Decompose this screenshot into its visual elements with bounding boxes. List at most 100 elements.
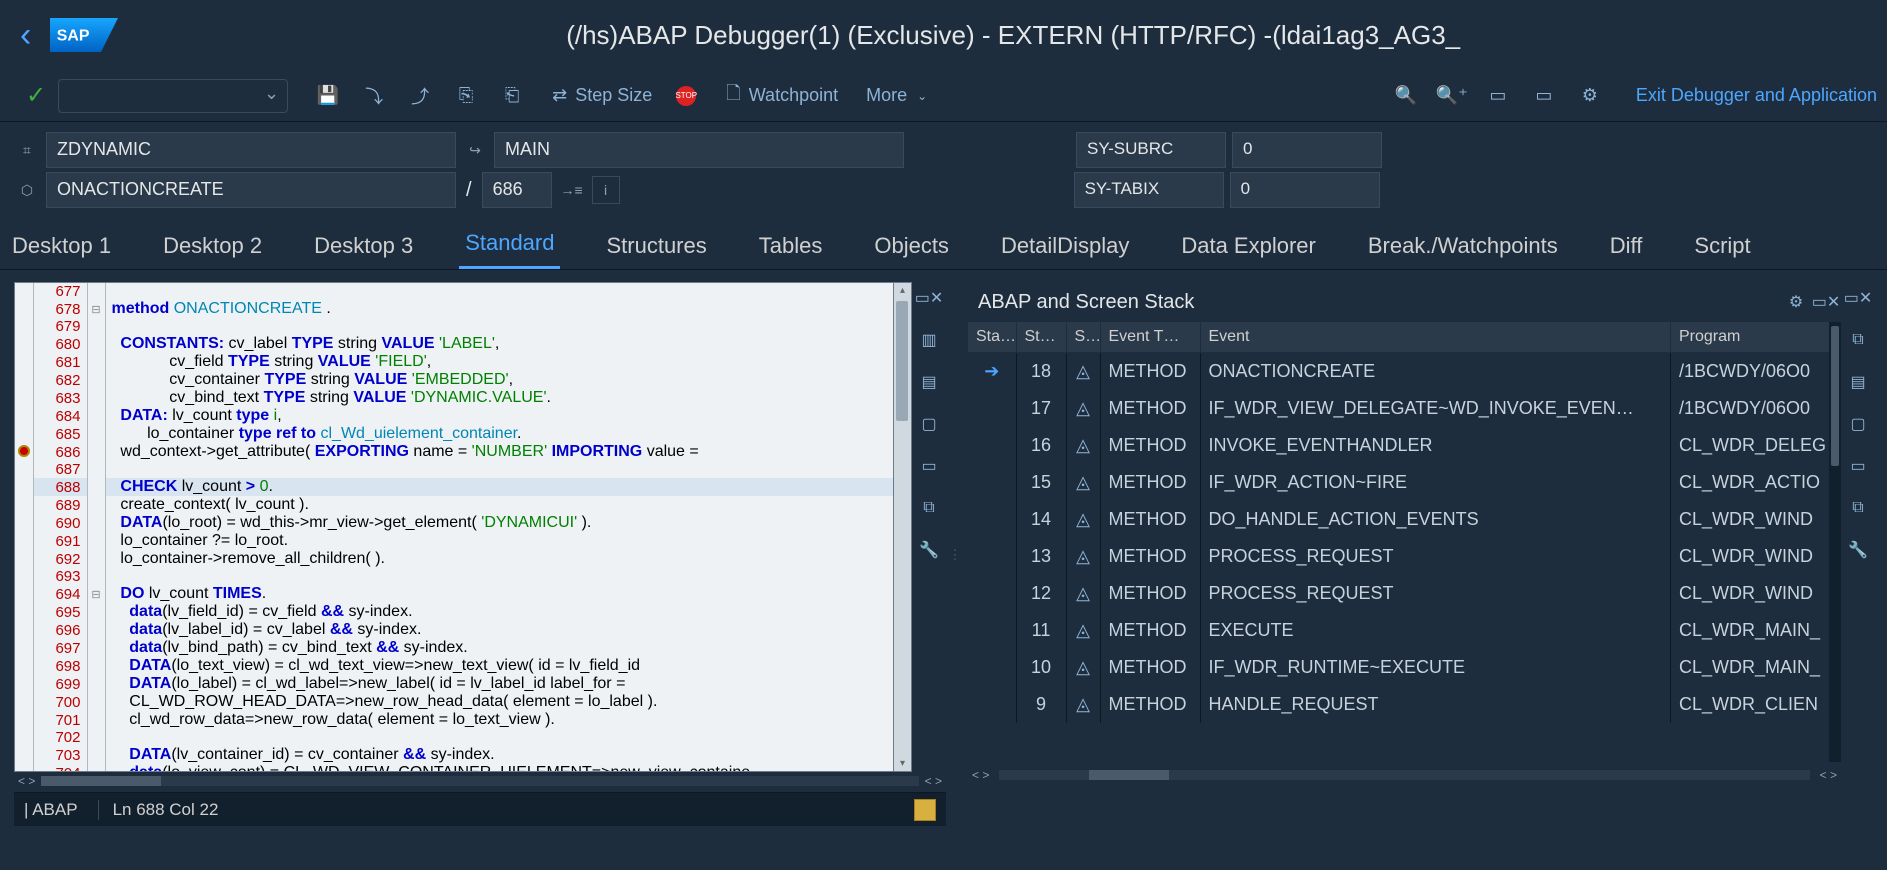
- code-line[interactable]: 681 cv_field TYPE string VALUE 'FIELD',: [15, 353, 893, 371]
- stack-col-header[interactable]: Program: [1671, 322, 1841, 353]
- stack-tool-5-icon[interactable]: ▭: [1846, 454, 1870, 478]
- hscroll-right-icon[interactable]: < >: [925, 774, 942, 788]
- step-out-icon[interactable]: ⎘: [446, 76, 486, 116]
- program-field[interactable]: ZDYNAMIC: [46, 132, 456, 168]
- stack-vscroll[interactable]: [1829, 322, 1841, 762]
- code-line[interactable]: 701 cl_wd_row_data=>new_row_data( elemen…: [15, 711, 893, 729]
- step-into-icon[interactable]: ⤵: [354, 76, 394, 116]
- more-menu[interactable]: More⌄: [866, 85, 927, 106]
- tab-desktop-1[interactable]: Desktop 1: [6, 225, 117, 269]
- ok-icon[interactable]: ✓: [26, 81, 46, 110]
- stack-tool-6-icon[interactable]: ⧉: [1846, 496, 1870, 520]
- search-icon[interactable]: 🔍: [1386, 76, 1426, 116]
- stack-row[interactable]: 9◬METHODHANDLE_REQUESTCL_WDR_CLIEN: [968, 686, 1841, 723]
- sy-tabix-value[interactable]: 0: [1230, 172, 1380, 208]
- stop-icon[interactable]: STOP: [666, 76, 706, 116]
- code-line[interactable]: 688 CHECK lv_count > 0.: [15, 478, 893, 496]
- line-field[interactable]: 686: [482, 172, 552, 208]
- code-line[interactable]: 697 data(lv_bind_path) = cv_bind_text &&…: [15, 639, 893, 657]
- stack-row[interactable]: 16◬METHODINVOKE_EVENTHANDLERCL_WDR_DELEG: [968, 427, 1841, 464]
- wrench-icon[interactable]: 🔧: [917, 538, 941, 562]
- code-line[interactable]: 690 DATA(lo_root) = wd_this->mr_view->ge…: [15, 514, 893, 532]
- splitter[interactable]: ⋮: [950, 270, 960, 840]
- code-line[interactable]: 692 lo_container->remove_all_children( )…: [15, 550, 893, 568]
- code-line[interactable]: 702: [15, 729, 893, 746]
- tab-script[interactable]: Script: [1688, 225, 1756, 269]
- code-line[interactable]: 698 DATA(lo_text_view) = cl_wd_text_view…: [15, 657, 893, 675]
- tab-standard[interactable]: Standard: [459, 222, 560, 269]
- goto-line-icon[interactable]: →≡: [558, 176, 586, 204]
- hscroll-left-icon[interactable]: < >: [18, 774, 35, 788]
- code-line[interactable]: 699 DATA(lo_label) = cl_wd_label=>new_la…: [15, 675, 893, 693]
- stack-row[interactable]: 10◬METHODIF_WDR_RUNTIME~EXECUTECL_WDR_MA…: [968, 649, 1841, 686]
- include-field[interactable]: MAIN: [494, 132, 904, 168]
- panel-tool-5-icon[interactable]: ⧉: [917, 496, 941, 520]
- tab-tables[interactable]: Tables: [753, 225, 829, 269]
- tab-objects[interactable]: Objects: [868, 225, 955, 269]
- stack-tool-2-icon[interactable]: ⧉: [1846, 328, 1870, 352]
- command-combo[interactable]: [58, 79, 288, 113]
- stack-hscroll-left-icon[interactable]: < >: [972, 768, 989, 782]
- code-line[interactable]: 687: [15, 461, 893, 478]
- code-line[interactable]: 678⊟method ONACTIONCREATE .: [15, 300, 893, 318]
- stack-row[interactable]: 11◬METHODEXECUTECL_WDR_MAIN_: [968, 612, 1841, 649]
- close-panel-icon[interactable]: ▭✕: [917, 286, 941, 310]
- code-line[interactable]: 680 CONSTANTS: cv_label TYPE string VALU…: [15, 335, 893, 353]
- tab-detaildisplay[interactable]: DetailDisplay: [995, 225, 1135, 269]
- panel-tool-3-icon[interactable]: ▢: [917, 412, 941, 436]
- code-line[interactable]: 694⊟ DO lv_count TIMES.: [15, 585, 893, 603]
- stack-col-header[interactable]: Sta…: [968, 322, 1016, 353]
- code-line[interactable]: 684 DATA: lv_count type i,: [15, 407, 893, 425]
- stack-tool-1-icon[interactable]: ▭✕: [1846, 286, 1870, 310]
- stack-col-header[interactable]: Event T…: [1100, 322, 1200, 353]
- stack-close-icon[interactable]: ▭✕: [1811, 292, 1841, 312]
- exit-debugger-link[interactable]: Exit Debugger and Application: [1636, 85, 1877, 106]
- stack-hscroll-right-icon[interactable]: < >: [1820, 768, 1837, 782]
- back-icon[interactable]: ‹: [20, 16, 31, 55]
- code-line[interactable]: 679: [15, 318, 893, 335]
- code-line[interactable]: 683 cv_bind_text TYPE string VALUE 'DYNA…: [15, 389, 893, 407]
- stack-row[interactable]: 17◬METHODIF_WDR_VIEW_DELEGATE~WD_INVOKE_…: [968, 390, 1841, 427]
- tab-desktop-2[interactable]: Desktop 2: [157, 225, 268, 269]
- panel-tool-4-icon[interactable]: ▭: [917, 454, 941, 478]
- settings-icon[interactable]: ⚙: [1570, 76, 1610, 116]
- tab-desktop-3[interactable]: Desktop 3: [308, 225, 419, 269]
- code-line[interactable]: 689 create_context( lv_count ).: [15, 496, 893, 514]
- tab-structures[interactable]: Structures: [600, 225, 712, 269]
- status-doc-icon[interactable]: [914, 799, 936, 821]
- editor-hscroll[interactable]: [41, 776, 918, 786]
- window-icon[interactable]: ▭: [1478, 76, 1518, 116]
- tab-diff[interactable]: Diff: [1604, 225, 1649, 269]
- code-line[interactable]: 695 data(lv_field_id) = cv_field && sy-i…: [15, 603, 893, 621]
- code-line[interactable]: 685 lo_container type ref to cl_Wd_uiele…: [15, 425, 893, 443]
- stack-tool-3-icon[interactable]: ▤: [1846, 370, 1870, 394]
- stack-row[interactable]: 12◬METHODPROCESS_REQUESTCL_WDR_WIND: [968, 575, 1841, 612]
- code-line[interactable]: 686 wd_context->get_attribute( EXPORTING…: [15, 443, 893, 461]
- code-line[interactable]: 691 lo_container ?= lo_root.: [15, 532, 893, 550]
- step-return-icon[interactable]: ⎗: [492, 76, 532, 116]
- stack-col-header[interactable]: S…: [1066, 322, 1100, 353]
- stack-row[interactable]: ➔18◬METHODONACTIONCREATE/1BCWDY/06O0: [968, 353, 1841, 391]
- source-editor[interactable]: 677678⊟method ONACTIONCREATE .679680 CON…: [14, 282, 894, 772]
- step-over-icon[interactable]: ⤴: [400, 76, 440, 116]
- code-line[interactable]: 704 data(lo_view_cont) = CL_WD_VIEW_CONT…: [15, 764, 893, 772]
- sy-subrc-value[interactable]: 0: [1232, 132, 1382, 168]
- watchpoint-button[interactable]: 🗋Watchpoint: [726, 81, 838, 111]
- stack-row[interactable]: 13◬METHODPROCESS_REQUESTCL_WDR_WIND: [968, 538, 1841, 575]
- save-icon[interactable]: 💾: [308, 76, 348, 116]
- stack-wrench-icon[interactable]: 🔧: [1846, 538, 1870, 562]
- stack-row[interactable]: 15◬METHODIF_WDR_ACTION~FIRECL_WDR_ACTIO: [968, 464, 1841, 501]
- tab-break-watchpoints[interactable]: Break./Watchpoints: [1362, 225, 1564, 269]
- code-line[interactable]: 703 DATA(lv_container_id) = cv_container…: [15, 746, 893, 764]
- stack-tool-4-icon[interactable]: ▢: [1846, 412, 1870, 436]
- window-close-icon[interactable]: ▭: [1524, 76, 1564, 116]
- panel-tool-2-icon[interactable]: ▤: [917, 370, 941, 394]
- code-line[interactable]: 682 cv_container TYPE string VALUE 'EMBE…: [15, 371, 893, 389]
- search-plus-icon[interactable]: 🔍⁺: [1432, 76, 1472, 116]
- editor-vscroll[interactable]: ▴▾: [894, 282, 912, 772]
- info-icon[interactable]: i: [592, 176, 620, 204]
- stack-settings-icon[interactable]: ⚙: [1781, 292, 1811, 312]
- tab-data-explorer[interactable]: Data Explorer: [1175, 225, 1322, 269]
- panel-tool-1-icon[interactable]: ▥: [917, 328, 941, 352]
- stack-row[interactable]: 14◬METHODDO_HANDLE_ACTION_EVENTSCL_WDR_W…: [968, 501, 1841, 538]
